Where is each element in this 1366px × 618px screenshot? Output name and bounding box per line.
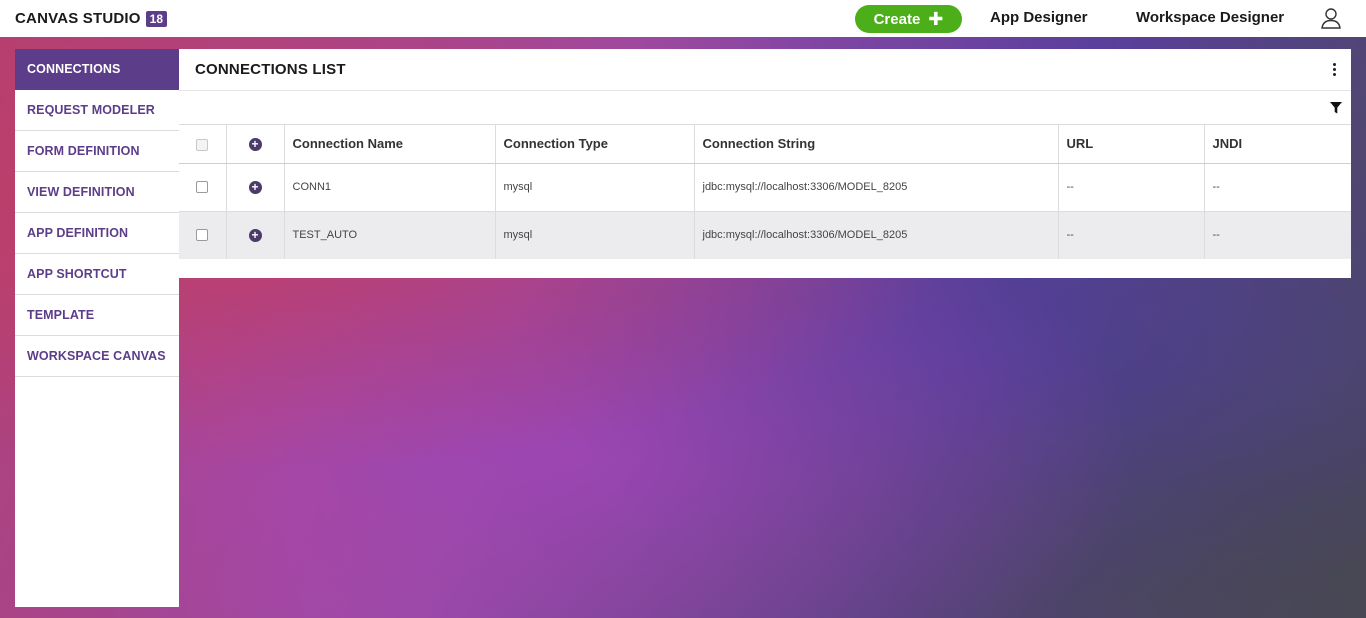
toolbar [179,91,1351,125]
app-designer-link[interactable]: App Designer [990,9,1088,26]
cell-connection-string: jdbc:mysql://localhost:3306/MODEL_8205 [694,211,1059,259]
cell-url: -- [1058,211,1205,259]
column-header-connection-name[interactable]: Connection Name [284,125,496,164]
workspace-designer-link[interactable]: Workspace Designer [1136,9,1284,26]
column-header-jndi[interactable]: JNDI [1204,125,1351,164]
row-checkbox[interactable] [196,181,209,194]
cell-connection-name: TEST_AUTO [284,211,496,259]
top-bar: CANVAS STUDIO 18 Create ✚ App Designer W… [0,0,1366,37]
cell-connection-name: CONN1 [284,163,496,212]
brand[interactable]: CANVAS STUDIO 18 [15,10,168,27]
expand-row-icon[interactable]: + [248,180,262,194]
sidebar-item-workspace-canvas[interactable]: WORKSPACE CANVAS [15,336,179,377]
cell-connection-type: mysql [495,163,695,212]
select-all-checkbox[interactable] [196,138,209,151]
sidebar-item-request-modeler[interactable]: REQUEST MODELER [15,90,179,131]
add-header-cell: + [226,125,285,164]
sidebar-item-app-shortcut[interactable]: APP SHORTCUT [15,254,179,295]
select-all-cell [179,125,227,164]
cell-connection-string: jdbc:mysql://localhost:3306/MODEL_8205 [694,163,1059,212]
column-header-url[interactable]: URL [1058,125,1205,164]
sidebar: CONNECTIONS REQUEST MODELER FORM DEFINIT… [15,49,179,607]
cell-connection-type: mysql [495,211,695,259]
create-button[interactable]: Create ✚ [855,5,962,33]
sidebar-item-template[interactable]: TEMPLATE [15,295,179,336]
row-expand-cell: + [226,211,285,259]
connections-panel: CONNECTIONS LIST + Connection Name Conne… [179,49,1351,278]
filter-icon[interactable] [1330,102,1342,114]
kebab-menu-icon[interactable] [1331,63,1337,79]
table-row[interactable]: + TEST_AUTO mysql jdbc:mysql://localhost… [179,211,1351,259]
row-select-cell [179,211,227,259]
add-connection-icon[interactable]: + [248,138,262,152]
sidebar-item-connections[interactable]: CONNECTIONS [15,49,179,90]
cell-url: -- [1058,163,1205,212]
sidebar-item-view-definition[interactable]: VIEW DEFINITION [15,172,179,213]
sidebar-item-form-definition[interactable]: FORM DEFINITION [15,131,179,172]
row-select-cell [179,163,227,212]
version-badge: 18 [145,10,168,27]
brand-name: CANVAS STUDIO [15,10,141,27]
connections-table: + Connection Name Connection Type Connec… [179,125,1351,259]
create-label: Create [873,10,921,28]
table-row[interactable]: + CONN1 mysql jdbc:mysql://localhost:330… [179,163,1351,212]
plus-icon: ✚ [928,9,944,29]
panel-header: CONNECTIONS LIST [179,49,1351,91]
row-checkbox[interactable] [196,229,209,242]
page-title: CONNECTIONS LIST [195,61,346,78]
cell-jndi: -- [1204,163,1351,212]
table-header-row: + Connection Name Connection Type Connec… [179,125,1351,164]
column-header-connection-type[interactable]: Connection Type [495,125,695,164]
row-expand-cell: + [226,163,285,212]
cell-jndi: -- [1204,211,1351,259]
expand-row-icon[interactable]: + [248,228,262,242]
user-icon[interactable] [1320,7,1342,29]
column-header-connection-string[interactable]: Connection String [694,125,1059,164]
sidebar-item-app-definition[interactable]: APP DEFINITION [15,213,179,254]
